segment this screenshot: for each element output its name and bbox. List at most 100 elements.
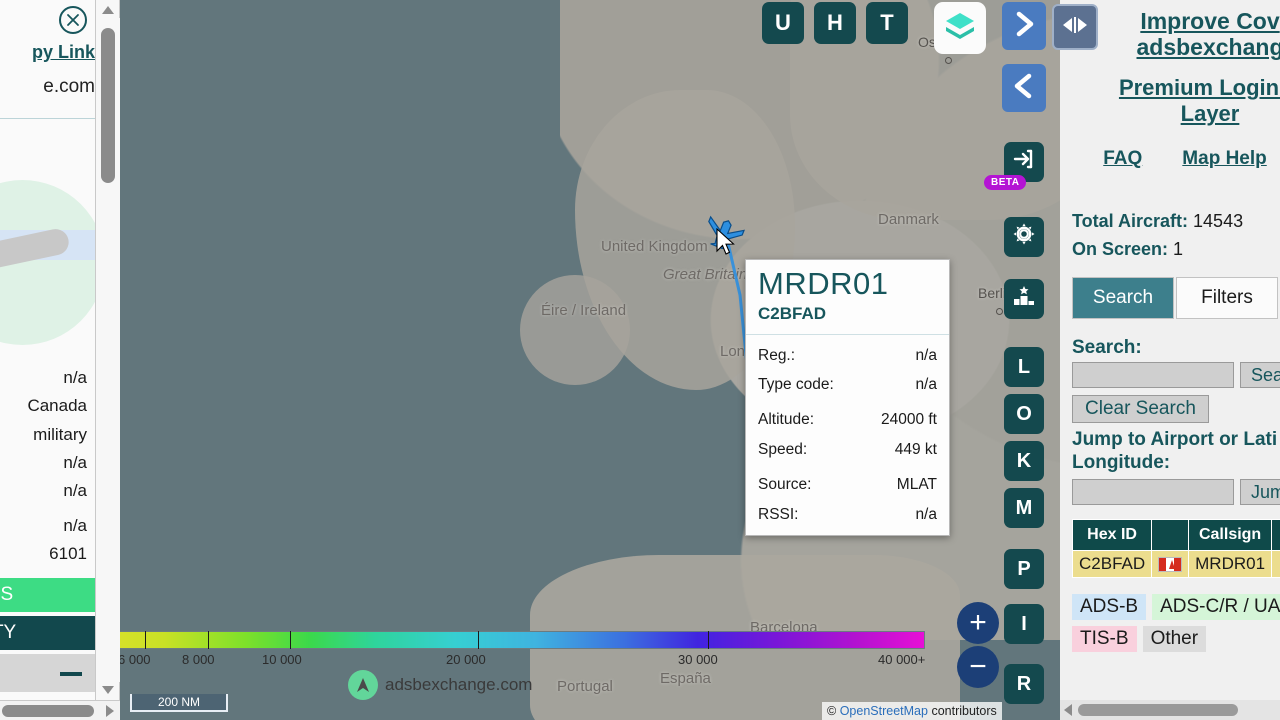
panel-expand-collapse-button[interactable] xyxy=(1052,4,1098,50)
popup-value-reg: n/a xyxy=(915,346,937,364)
popup-callsign: MRDR01 xyxy=(758,266,889,301)
copy-link-button[interactable]: py Link xyxy=(32,42,95,63)
map-side-button-p[interactable]: P xyxy=(1004,549,1044,589)
osm-attribution: © OpenStreetMap contributors xyxy=(822,702,1002,720)
panel-gray-section xyxy=(0,654,95,692)
alt-label-40000: 40 000+ xyxy=(878,652,926,667)
zoom-in-button[interactable]: + xyxy=(957,602,999,644)
map-button-h[interactable]: H xyxy=(814,2,856,44)
panel-domain-text: e.com xyxy=(43,76,95,97)
column-callsign[interactable]: Callsign xyxy=(1188,519,1273,552)
left-panel-horizontal-scrollbar[interactable] xyxy=(0,700,120,720)
activity-button[interactable]: VITY xyxy=(0,616,95,650)
map-side-button-r[interactable]: R xyxy=(1004,664,1044,704)
panel-divider xyxy=(0,118,95,119)
popup-row-rssi: RSSI: n/a xyxy=(758,500,937,529)
column-hex-id[interactable]: Hex ID xyxy=(1071,519,1153,552)
beta-badge: BETA xyxy=(984,175,1027,190)
popup-key-rssi: RSSI: xyxy=(758,505,799,523)
sidebar-hscrollbar-thumb[interactable] xyxy=(1078,704,1238,716)
attr-copyright: © xyxy=(827,704,837,718)
popup-value-rssi: n/a xyxy=(915,505,937,523)
premium-login-line2: Layer xyxy=(1180,101,1240,127)
search-button[interactable]: Sea xyxy=(1240,362,1280,389)
alt-label-6000: 6 000 xyxy=(118,652,151,667)
close-icon[interactable] xyxy=(59,6,87,34)
column-flag[interactable] xyxy=(1151,519,1190,552)
aircraft-photo xyxy=(0,180,95,345)
mouse-cursor xyxy=(716,228,735,255)
detail-value-country: Canada xyxy=(27,396,87,415)
aircraft-info-popup[interactable]: MRDR01 C2BFAD Reg.: n/a Type code: n/a A… xyxy=(745,259,950,537)
legend-row-1: ADS-B ADS-C/R / UA xyxy=(1072,594,1280,621)
settings-button[interactable] xyxy=(1004,217,1044,257)
city-dot-oslo xyxy=(945,57,952,64)
clear-search-button[interactable]: Clear Search xyxy=(1072,395,1209,424)
next-aircraft-button[interactable] xyxy=(1002,2,1046,50)
map-button-u[interactable]: U xyxy=(762,2,804,44)
left-panel-vertical-scrollbar[interactable] xyxy=(96,0,120,700)
hscrollbar-thumb[interactable] xyxy=(2,705,94,717)
jump-input[interactable] xyxy=(1072,479,1234,506)
layers-button[interactable] xyxy=(934,2,986,54)
detail-value-5: n/a xyxy=(63,516,87,535)
map-side-button-l[interactable]: L xyxy=(1004,347,1044,387)
popup-value-typecode: n/a xyxy=(915,375,937,393)
popup-row-reg: Reg.: n/a xyxy=(758,341,937,370)
popup-key-typecode: Type code: xyxy=(758,375,834,393)
map-side-button-k[interactable]: K xyxy=(1004,441,1044,481)
detail-value-4: n/a xyxy=(63,481,87,500)
osm-link[interactable]: OpenStreetMap xyxy=(840,704,928,718)
cell-type[interactable] xyxy=(1271,550,1280,579)
tab-search[interactable]: Search xyxy=(1072,277,1174,320)
tab-filters[interactable]: Filters xyxy=(1176,277,1278,320)
table-header-row: Hex ID Callsign Typ xyxy=(1071,519,1280,552)
search-input[interactable] xyxy=(1072,362,1234,389)
hscroll-left-arrow-icon[interactable] xyxy=(1064,704,1072,716)
alt-tick-4 xyxy=(708,631,709,649)
on-screen-value: 1 xyxy=(1173,238,1184,259)
scrollbar-thumb[interactable] xyxy=(101,28,115,183)
hscroll-right-arrow-icon[interactable] xyxy=(106,705,114,717)
prev-aircraft-button[interactable] xyxy=(1002,64,1046,112)
search-row: Sea xyxy=(1072,362,1280,389)
layers-icon xyxy=(943,9,977,48)
popup-group-flight: Altitude: 24000 ft Speed: 449 kt xyxy=(746,405,949,470)
faq-link[interactable]: FAQ xyxy=(1103,148,1142,170)
detail-value-3: n/a xyxy=(63,453,87,472)
premium-login-link[interactable]: Premium Login: r Layer xyxy=(1060,75,1280,128)
popup-row-source: Source: MLAT xyxy=(758,470,937,499)
column-type[interactable]: Typ xyxy=(1271,519,1280,552)
legend-badge-tisb: TIS-B xyxy=(1072,626,1137,653)
scroll-up-arrow-icon[interactable] xyxy=(102,6,114,14)
help-links: FAQ Map Help xyxy=(1060,148,1280,170)
canada-flag-icon xyxy=(1158,557,1183,573)
altitude-color-scale xyxy=(115,631,925,649)
map-side-button-o[interactable]: O xyxy=(1004,394,1044,434)
jump-button[interactable]: Jum xyxy=(1240,479,1280,506)
adsbexchange-watermark: adsbexchange.com xyxy=(348,670,532,700)
map-side-button-m[interactable]: M xyxy=(1004,488,1044,528)
total-aircraft-label: Total Aircraft: xyxy=(1072,210,1189,231)
legend-badge-adsb: ADS-B xyxy=(1072,594,1147,621)
detail-value-0: n/a xyxy=(63,368,87,387)
on-screen-row: On Screen: 1 xyxy=(1072,236,1280,264)
map-button-t[interactable]: T xyxy=(866,2,908,44)
details-button[interactable]: AILS xyxy=(0,578,95,612)
zoom-out-button[interactable]: − xyxy=(957,646,999,688)
table-row[interactable]: C2BFAD MRDR01 xyxy=(1071,550,1280,579)
sidebar-horizontal-scrollbar[interactable] xyxy=(1060,700,1280,720)
search-label: Search: xyxy=(1072,337,1142,359)
cell-callsign[interactable]: MRDR01 xyxy=(1188,550,1273,579)
map-help-link[interactable]: Map Help xyxy=(1182,148,1266,170)
collapse-dash-icon[interactable] xyxy=(60,672,82,676)
gear-icon xyxy=(1012,222,1036,252)
popup-group-signal: Source: MLAT RSSI: n/a xyxy=(746,470,949,535)
scroll-down-arrow-icon[interactable] xyxy=(102,686,114,694)
cell-hex-id[interactable]: C2BFAD xyxy=(1071,550,1153,579)
map-scale-bar: 200 NM xyxy=(130,694,228,712)
statistics-button[interactable] xyxy=(1004,279,1044,319)
map-side-button-i[interactable]: I xyxy=(1004,604,1044,644)
alt-tick-2 xyxy=(290,631,291,649)
jump-label: Jump to Airport or Lati Longitude: xyxy=(1072,429,1280,475)
